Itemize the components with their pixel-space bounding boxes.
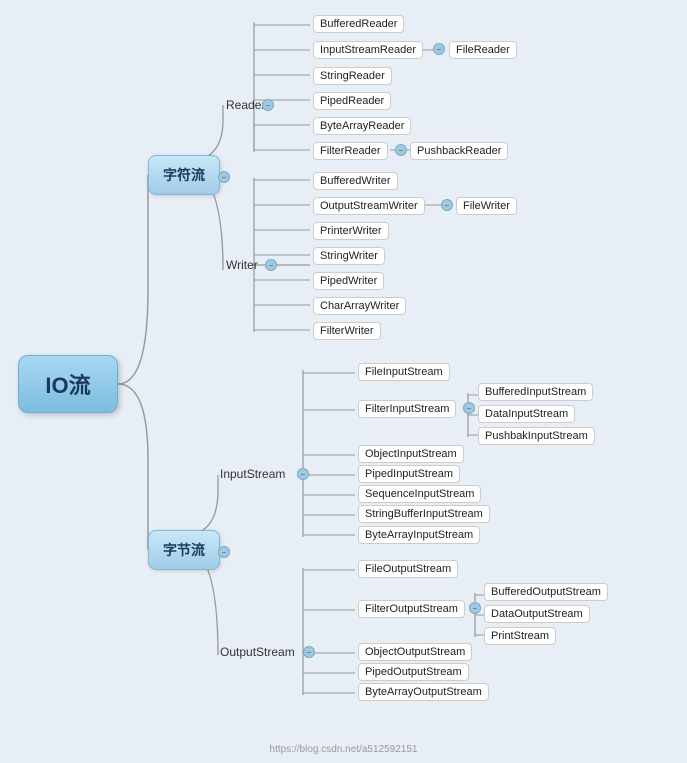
root-label: IO流 [45, 368, 90, 400]
leaf-pipedreader: PipedReader [313, 92, 391, 110]
cat-node-char: 字符流 [148, 155, 220, 195]
collapse-inputstreamreader[interactable]: − [433, 43, 445, 55]
leaf-printerwriter: PrinterWriter [313, 222, 389, 240]
leaf-datainputstream: DataInputStream [478, 405, 575, 423]
collapse-filterreader[interactable]: − [395, 144, 407, 156]
root-node: IO流 [18, 355, 118, 413]
leaf-bytearrayinputstream: ByteArrayInputStream [358, 526, 480, 544]
leaf-pipedoutputstream: PipedOutputStream [358, 663, 469, 681]
leaf-dataoutputstream: DataOutputStream [484, 605, 590, 623]
leaf-bytearrayoutputstream: ByteArrayOutputStream [358, 683, 489, 701]
leaf-filterreader: FilterReader [313, 142, 388, 160]
leaf-fileinputstream: FileInputStream [358, 363, 450, 381]
leaf-sequenceinputstream: SequenceInputStream [358, 485, 481, 503]
leaf-bufferedoutputstream: BufferedOutputStream [484, 583, 608, 601]
watermark: https://blog.csdn.net/a512592151 [270, 744, 418, 755]
leaf-filterwriter: FilterWriter [313, 322, 381, 340]
sub-outputstream: OutputStream [220, 645, 295, 659]
leaf-pipedwriter: PipedWriter [313, 272, 384, 290]
leaf-objectinputstream: ObjectInputStream [358, 445, 464, 463]
collapse-filterinputstream[interactable]: − [463, 402, 475, 414]
cat-label-char: 字符流 [163, 165, 205, 185]
leaf-pushbakinputstream: PushbakInputStream [478, 427, 595, 445]
leaf-stringwriter: StringWriter [313, 247, 385, 265]
leaf-filereader: FileReader [449, 41, 517, 59]
leaf-filewriter: FileWriter [456, 197, 517, 215]
sub-outputstream-label: OutputStream [220, 645, 295, 659]
leaf-chararraywriter: CharArrayWriter [313, 297, 406, 315]
cat-label-byte: 字节流 [163, 540, 205, 560]
sub-writer: Writer [226, 258, 258, 272]
leaf-filteroutputstream: FilterOutputStream [358, 600, 465, 618]
collapse-inputstream[interactable]: − [297, 468, 309, 480]
cat-node-byte: 字节流 [148, 530, 220, 570]
leaf-objectoutputstream: ObjectOutputStream [358, 643, 472, 661]
leaf-stringbufferinputstream: StringBufferInputStream [358, 505, 490, 523]
leaf-bufferedwriter: BufferedWriter [313, 172, 398, 190]
collapse-reader[interactable]: − [262, 99, 274, 111]
leaf-printstream: PrintStream [484, 627, 556, 645]
sub-reader-label: Reader [226, 98, 265, 112]
collapse-char[interactable]: − [218, 171, 230, 183]
leaf-filterinputstream: FilterInputStream [358, 400, 456, 418]
sub-reader: Reader [226, 98, 265, 112]
collapse-outputstream[interactable]: − [303, 646, 315, 658]
leaf-stringreader: StringReader [313, 67, 392, 85]
leaf-bytearrayreader: ByteArrayReader [313, 117, 411, 135]
sub-inputstream: InputStream [220, 467, 285, 481]
leaf-fileoutputstream: FileOutputStream [358, 560, 458, 578]
leaf-inputstreamreader: InputStreamReader [313, 41, 423, 59]
sub-writer-label: Writer [226, 258, 258, 272]
leaf-outputstreamwriter: OutputStreamWriter [313, 197, 425, 215]
collapse-outputstreamwriter[interactable]: − [441, 199, 453, 211]
leaf-pipedinputstream: PipedInputStream [358, 465, 460, 483]
collapse-byte[interactable]: − [218, 546, 230, 558]
collapse-writer[interactable]: − [265, 259, 277, 271]
collapse-filteroutputstream[interactable]: − [469, 602, 481, 614]
leaf-bufferedinputstream: BufferedInputStream [478, 383, 593, 401]
leaf-bufferedreader: BufferedReader [313, 15, 404, 33]
leaf-pushbackreader: PushbackReader [410, 142, 508, 160]
sub-inputstream-label: InputStream [220, 467, 285, 481]
